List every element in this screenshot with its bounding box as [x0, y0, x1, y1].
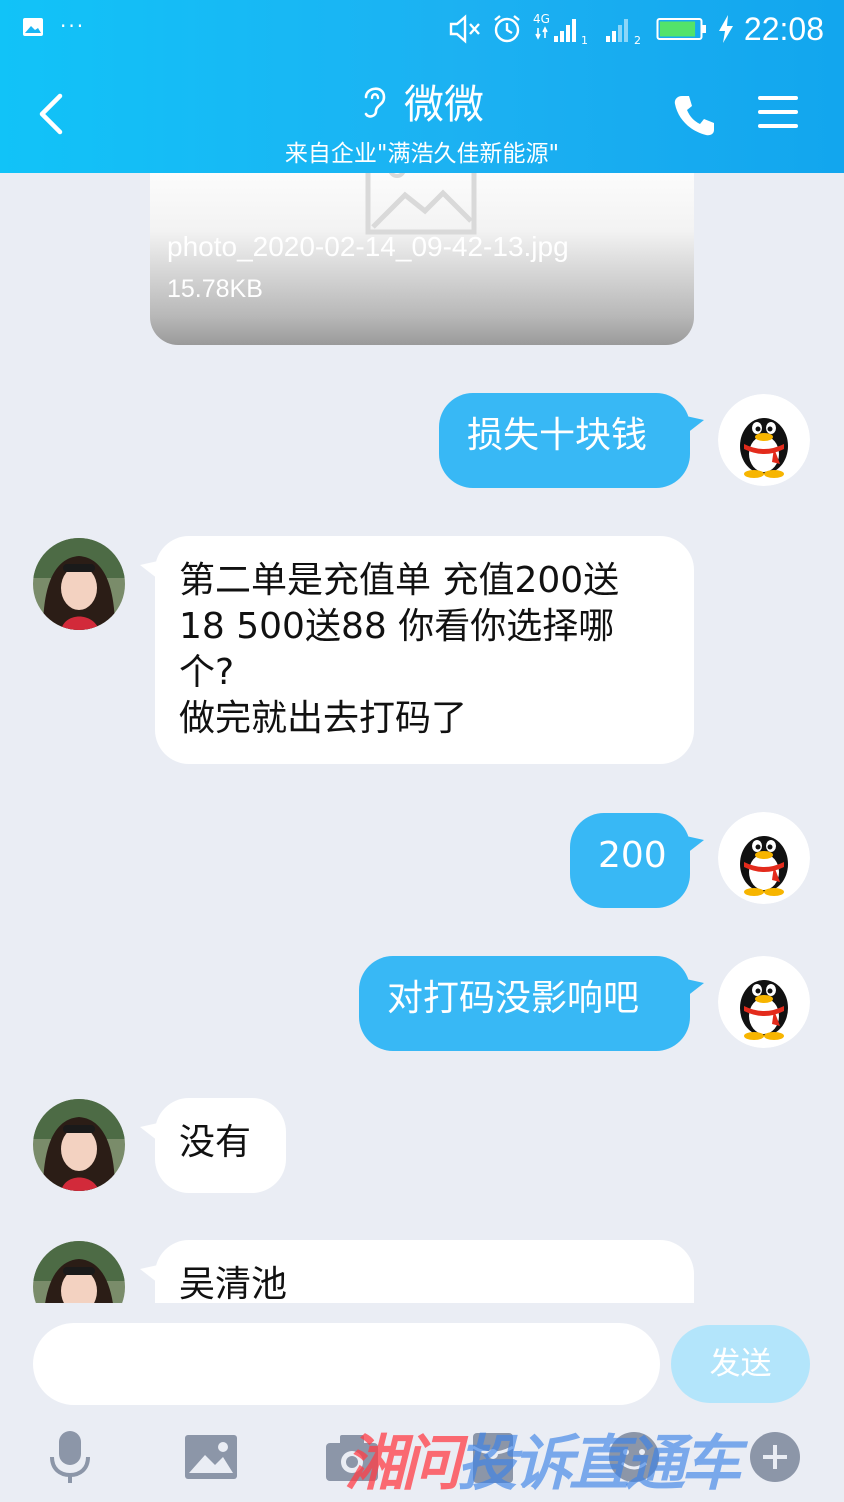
message-text-line: 个?: [179, 652, 235, 693]
watermark-part2: 投诉直通车: [457, 1429, 741, 1499]
my-avatar[interactable]: [718, 812, 810, 904]
qq-penguin-icon: [718, 812, 810, 904]
contact-photo: [33, 1099, 125, 1191]
battery-icon: [656, 18, 706, 40]
chat-header: ··· 4G 1 2 22:08 微微 来自企业"满浩久佳新能源": [0, 0, 844, 173]
image-placeholder-icon: [365, 173, 477, 235]
file-name: photo_2020-02-14_09-42-13.jpg: [167, 231, 569, 262]
file-message-card[interactable]: photo_2020-02-14_09-42-13.jpg 15.78KB: [150, 173, 694, 345]
contact-avatar[interactable]: [33, 1241, 125, 1303]
message-bubble-incoming[interactable]: 没有: [155, 1098, 286, 1193]
plus-icon[interactable]: [745, 1427, 805, 1487]
message-text: 对打码没影响吧: [387, 978, 640, 1019]
qq-penguin-icon: [718, 394, 810, 486]
signal-sim2-icon: 2: [605, 19, 641, 46]
signal-sim1-icon: 4G 1: [533, 12, 588, 46]
status-time: 22:08: [743, 10, 824, 47]
phone-call-button[interactable]: [672, 92, 716, 138]
status-bar: ··· 4G 1 2 22:08: [0, 0, 844, 58]
message-text: 损失十块钱: [467, 415, 648, 456]
image-icon[interactable]: [181, 1427, 241, 1487]
qq-penguin-icon: [718, 956, 810, 1048]
message-bubble-outgoing[interactable]: 对打码没影响吧: [359, 956, 690, 1051]
watermark-part1: 湘问: [345, 1429, 461, 1499]
network-label: 4G: [533, 12, 550, 26]
menu-button[interactable]: [756, 92, 800, 132]
message-bubble-incoming[interactable]: 第二单是充值单 充值200送 18 500送88 你看你选择哪 个? 做完就出去…: [155, 536, 694, 764]
message-text: 200: [598, 835, 667, 876]
message-bubble-incoming[interactable]: 吴清池: [155, 1240, 694, 1303]
message-list[interactable]: photo_2020-02-14_09-42-13.jpg 15.78KB 损失…: [0, 173, 844, 1303]
message-input[interactable]: [33, 1323, 660, 1405]
message-text: 没有: [179, 1122, 252, 1163]
bubble-tail: [686, 836, 704, 854]
contact-subtitle: 来自企业"满浩久佳新能源": [284, 141, 560, 167]
earpiece-mode-icon[interactable]: [360, 81, 390, 121]
contact-photo: [33, 1241, 125, 1303]
alarm-icon: [494, 15, 520, 43]
bubble-tail: [686, 416, 704, 434]
contact-photo: [33, 538, 125, 630]
message-bubble-outgoing[interactable]: 200: [570, 813, 690, 908]
contact-name: 微微: [404, 82, 484, 128]
my-avatar[interactable]: [718, 394, 810, 486]
my-avatar[interactable]: [718, 956, 810, 1048]
more-notifications-icon: ···: [60, 14, 86, 38]
sim2-label: 2: [634, 34, 641, 46]
bubble-tail: [686, 979, 704, 997]
contact-avatar[interactable]: [33, 538, 125, 630]
message-text: 吴清池: [179, 1264, 288, 1303]
charging-icon: [718, 15, 733, 43]
message-bubble-outgoing[interactable]: 损失十块钱: [439, 393, 690, 488]
message-text-line: 18 500送88 你看你选择哪: [179, 606, 615, 647]
send-button[interactable]: 发送: [671, 1325, 810, 1403]
mute-icon: [449, 14, 480, 44]
gallery-notification-icon: [23, 18, 43, 36]
sim1-label: 1: [581, 34, 588, 46]
contact-avatar[interactable]: [33, 1099, 125, 1191]
message-text-line: 做完就出去打码了: [179, 698, 468, 739]
file-size: 15.78KB: [167, 275, 263, 303]
microphone-icon[interactable]: [40, 1427, 100, 1487]
watermark-logo: 湘问投诉直通车: [345, 1415, 741, 1502]
message-text-line: 第二单是充值单 充值200送: [179, 560, 620, 601]
